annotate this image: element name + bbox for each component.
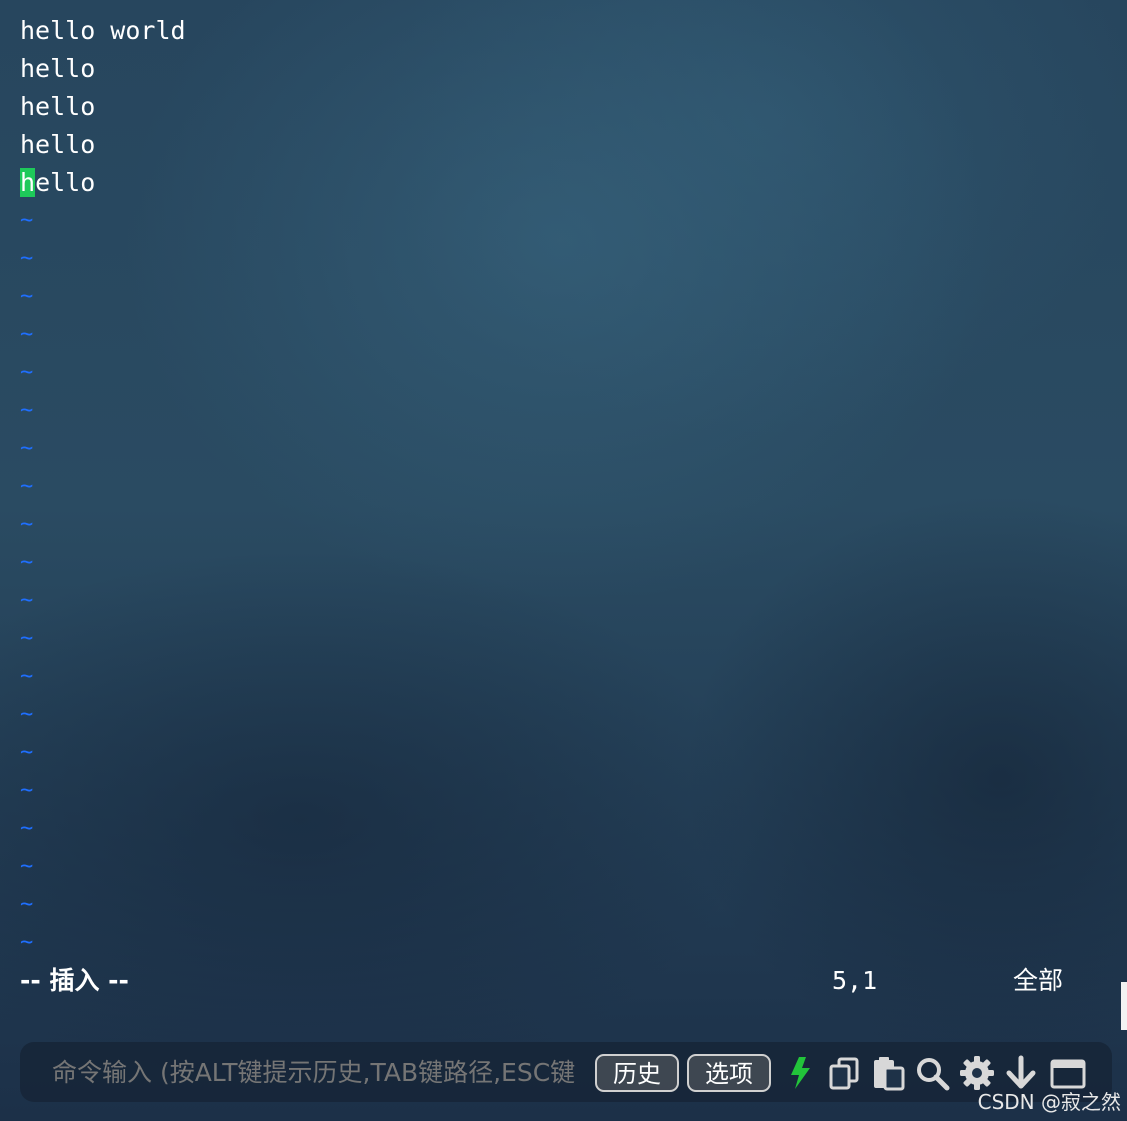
watermark: CSDN @寂之然 [977, 1090, 1121, 1114]
text-line-content: ello [35, 168, 96, 197]
empty-line-marker: ~ [20, 512, 34, 537]
empty-line-marker: ~ [20, 702, 34, 727]
text-line-content: hello [20, 130, 96, 159]
empty-line-marker: ~ [20, 246, 34, 271]
empty-line-marker: ~ [20, 740, 34, 765]
text-line-content: hello [20, 92, 96, 121]
empty-line-marker: ~ [20, 398, 34, 423]
empty-line-marker: ~ [20, 322, 34, 347]
empty-line-marker: ~ [20, 436, 34, 461]
empty-line-marker: ~ [20, 284, 34, 309]
history-button[interactable]: 历史 [595, 1054, 679, 1092]
cursor-position: 5,1 [832, 966, 878, 995]
vim-editor[interactable]: hello world hello hello hello hello ~ ~ … [20, 12, 1110, 962]
empty-line-marker: ~ [20, 360, 34, 385]
command-input[interactable] [52, 1055, 592, 1091]
text-line-content: hello world [20, 16, 186, 45]
empty-line-marker: ~ [20, 626, 34, 651]
empty-line-marker: ~ [20, 588, 34, 613]
text-line: hello [20, 126, 1110, 164]
text-line: hello [20, 88, 1110, 126]
lightning-icon[interactable] [782, 1054, 820, 1092]
empty-line-marker: ~ [20, 930, 34, 955]
scroll-scope: 全部 [1013, 966, 1064, 995]
text-line-current: hello [20, 164, 1110, 202]
text-line: hello world [20, 12, 1110, 50]
mode-indicator: -- 插入 -- [20, 966, 129, 995]
empty-line-marker: ~ [20, 816, 34, 841]
empty-line-marker: ~ [20, 664, 34, 689]
empty-line-marker: ~ [20, 778, 34, 803]
empty-line-marker: ~ [20, 208, 34, 233]
text-line-content: hello [20, 54, 96, 83]
empty-line-marker: ~ [20, 854, 34, 879]
empty-line-marker: ~ [20, 550, 34, 575]
copy-icon[interactable] [826, 1054, 864, 1092]
text-cursor: h [20, 168, 36, 197]
options-button[interactable]: 选项 [687, 1054, 771, 1092]
vim-status-line: -- 插入 -- 5,1 全部 [20, 962, 1080, 1000]
empty-line-marker: ~ [20, 474, 34, 499]
command-bar: 历史 选项 [20, 1042, 1112, 1102]
paste-icon[interactable] [870, 1054, 908, 1092]
search-icon[interactable] [914, 1054, 952, 1092]
scrollbar-thumb[interactable] [1121, 982, 1127, 1030]
empty-line-marker: ~ [20, 892, 34, 917]
text-line: hello [20, 50, 1110, 88]
